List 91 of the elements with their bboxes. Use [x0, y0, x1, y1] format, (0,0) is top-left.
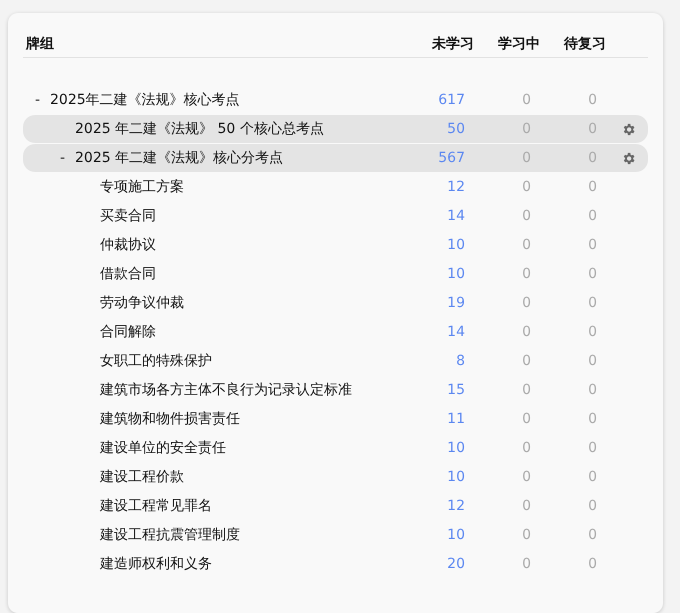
review-count: 0: [587, 208, 598, 224]
new-count: 12: [446, 498, 466, 514]
deck-name[interactable]: 买卖合同: [100, 207, 156, 225]
deck-name[interactable]: 女职工的特殊保护: [100, 352, 212, 370]
new-count: 10: [446, 469, 466, 485]
deck-name[interactable]: 借款合同: [100, 265, 156, 283]
review-count: 0: [587, 440, 598, 456]
learning-count: 0: [521, 556, 532, 572]
review-count: 0: [587, 411, 598, 427]
deck-row[interactable]: - 2025 年二建《法规》核心分考点 567 0 0: [23, 144, 648, 172]
new-count: 617: [437, 92, 466, 108]
learning-count: 0: [521, 208, 532, 224]
learning-count: 0: [521, 353, 532, 369]
new-count: 19: [446, 295, 466, 311]
learning-count: 0: [521, 498, 532, 514]
deck-row[interactable]: 建筑市场各方主体不良行为记录认定标准 15 0 0: [23, 376, 648, 404]
learning-count: 0: [521, 150, 532, 166]
deck-row[interactable]: 借款合同 10 0 0: [23, 260, 648, 288]
deck-name[interactable]: 专项施工方案: [100, 178, 184, 196]
deck-row[interactable]: 买卖合同 14 0 0: [23, 202, 648, 230]
new-count: 15: [446, 382, 466, 398]
deck-row[interactable]: 建设工程抗震管理制度 10 0 0: [23, 521, 648, 549]
new-count: 11: [446, 411, 466, 427]
deck-row[interactable]: 专项施工方案 12 0 0: [23, 173, 648, 201]
learning-count: 0: [521, 92, 532, 108]
deck-name[interactable]: 建设工程常见罪名: [100, 497, 212, 515]
column-header: 牌组: [24, 35, 55, 53]
review-count: 0: [587, 556, 598, 572]
review-count: 0: [587, 498, 598, 514]
deck-row[interactable]: 女职工的特殊保护 8 0 0: [23, 347, 648, 375]
collapse-toggle[interactable]: -: [35, 92, 50, 108]
review-count: 0: [587, 266, 598, 282]
review-count: 0: [587, 295, 598, 311]
deck-name[interactable]: 建筑物和物件损害责任: [100, 410, 240, 428]
column-header: 未学习: [430, 35, 475, 53]
deck-name[interactable]: 建造师权利和义务: [100, 555, 212, 573]
deck-row[interactable]: 2025 年二建《法规》 50 个核心总考点 50 0 0: [23, 115, 648, 143]
deck-row[interactable]: 建造师权利和义务 20 0 0: [23, 550, 648, 578]
learning-count: 0: [521, 324, 532, 340]
deck-row[interactable]: 仲裁协议 10 0 0: [23, 231, 648, 259]
review-count: 0: [587, 179, 598, 195]
learning-count: 0: [521, 382, 532, 398]
learning-count: 0: [521, 179, 532, 195]
review-count: 0: [587, 92, 598, 108]
learning-count: 0: [521, 237, 532, 253]
deck-row[interactable]: 劳动争议仲裁 19 0 0: [23, 289, 648, 317]
deck-row[interactable]: - 2025年二建《法规》核心考点 617 0 0: [23, 86, 648, 114]
new-count: 10: [446, 527, 466, 543]
new-count: 12: [446, 179, 466, 195]
new-count: 14: [446, 324, 466, 340]
learning-count: 0: [521, 121, 532, 137]
column-header: 学习中: [497, 35, 541, 53]
new-count: 20: [446, 556, 466, 572]
new-count: 50: [446, 121, 466, 137]
new-count: 10: [446, 440, 466, 456]
new-count: 10: [446, 266, 466, 282]
new-count: 14: [446, 208, 466, 224]
deck-name[interactable]: 合同解除: [100, 323, 156, 341]
deck-name[interactable]: 2025 年二建《法规》核心分考点: [75, 149, 284, 167]
deck-name[interactable]: 建筑市场各方主体不良行为记录认定标准: [100, 381, 352, 399]
review-count: 0: [587, 382, 598, 398]
deck-name[interactable]: 建设单位的安全责任: [100, 439, 226, 457]
deck-row[interactable]: 建设工程常见罪名 12 0 0: [23, 492, 648, 520]
learning-count: 0: [521, 469, 532, 485]
new-count: 10: [446, 237, 466, 253]
learning-count: 0: [521, 411, 532, 427]
collapse-toggle[interactable]: -: [60, 150, 75, 166]
new-count: 567: [437, 150, 466, 166]
deck-name[interactable]: 仲裁协议: [100, 236, 156, 254]
deck-row[interactable]: 建设工程价款 10 0 0: [23, 463, 648, 491]
review-count: 0: [587, 353, 598, 369]
learning-count: 0: [521, 295, 532, 311]
deck-row[interactable]: 建设单位的安全责任 10 0 0: [23, 434, 648, 462]
review-count: 0: [587, 469, 598, 485]
new-count: 8: [455, 353, 466, 369]
deck-name[interactable]: 2025年二建《法规》核心考点: [50, 91, 240, 109]
deck-row[interactable]: 合同解除 14 0 0: [23, 318, 648, 346]
deck-row[interactable]: 建筑物和物件损害责任 11 0 0: [23, 405, 648, 433]
deck-name[interactable]: 建设工程抗震管理制度: [100, 526, 240, 544]
column-header: 待复习: [562, 35, 607, 53]
review-count: 0: [587, 121, 598, 137]
deck-name[interactable]: 劳动争议仲裁: [100, 294, 184, 312]
deck-name[interactable]: 2025 年二建《法规》 50 个核心总考点: [75, 120, 324, 138]
review-count: 0: [587, 527, 598, 543]
review-count: 0: [587, 150, 598, 166]
learning-count: 0: [521, 527, 532, 543]
review-count: 0: [587, 324, 598, 340]
review-count: 0: [587, 237, 598, 253]
deck-name[interactable]: 建设工程价款: [100, 468, 184, 486]
learning-count: 0: [521, 266, 532, 282]
learning-count: 0: [521, 440, 532, 456]
